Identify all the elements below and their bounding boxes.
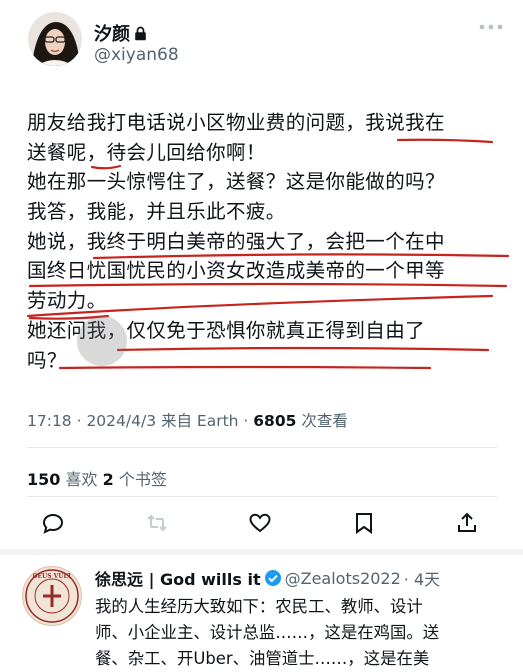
tweet-actions xyxy=(40,510,480,536)
avatar-text: DEUS VULT xyxy=(32,573,72,580)
tweet-line: 劳动力。 xyxy=(27,289,107,313)
author-avatar[interactable] xyxy=(28,12,82,66)
likes-label[interactable]: 喜欢 xyxy=(60,470,102,489)
reply-header: 徐思远 | God wills it @Zealots2022 · 4天 xyxy=(95,566,440,590)
tweet-timestamp[interactable]: 17:18 · 2024/4/3 来自 Earth · xyxy=(27,412,253,430)
retweet-icon xyxy=(146,514,167,532)
divider xyxy=(27,447,497,448)
share-icon xyxy=(458,512,476,532)
like-button[interactable] xyxy=(247,510,273,536)
tweet-line: 国终日忧国忧民的小资女改造成美帝的一个甲等 xyxy=(27,259,445,283)
touch-indicator xyxy=(77,316,127,366)
view-label: 次查看 xyxy=(296,412,348,430)
reply-button[interactable] xyxy=(40,510,66,536)
tweet-line: 她在那一头惊愕住了，送餐？这是你能做的吗？ xyxy=(27,170,445,194)
bookmarks-label[interactable]: 个书签 xyxy=(114,470,167,489)
bookmarks-count[interactable]: 2 xyxy=(103,470,114,489)
author-handle[interactable]: @xiyan68 xyxy=(94,45,179,65)
tweet-line: 朋友给我打电话说小区物业费的问题，我说我在 xyxy=(27,111,445,134)
reply-line: 师、小企业主、设计总监……，这是在鸡国。送 xyxy=(95,623,440,642)
author-display-name[interactable]: 汐颜 xyxy=(94,20,130,46)
section-separator xyxy=(0,549,523,555)
lock-icon xyxy=(135,26,146,40)
reply-time: · 4天 xyxy=(403,570,441,589)
likes-count[interactable]: 150 xyxy=(27,470,60,489)
reply-display-name[interactable]: 徐思远 | God wills it xyxy=(95,566,261,590)
reply-avatar[interactable]: DEUS VULT xyxy=(22,566,82,626)
bookmark-icon xyxy=(355,513,372,534)
like-icon xyxy=(249,513,271,533)
tweet-meta: 17:18 · 2024/4/3 来自 Earth · 6805 次查看 xyxy=(27,409,348,431)
author-name-row: 汐颜 xyxy=(94,20,147,46)
share-button[interactable] xyxy=(454,510,480,536)
tweet-line: 送餐呢，待会儿回给你啊！ xyxy=(27,140,266,164)
more-horizontal-icon[interactable] xyxy=(478,22,504,32)
tweet-line: 我答，我能，并且乐此不疲。 xyxy=(27,200,286,224)
view-count: 6805 xyxy=(253,412,297,430)
tweet-stats: 150 喜欢 2 个书签 xyxy=(27,466,167,490)
reply-handle[interactable]: @Zealots2022 xyxy=(285,569,401,588)
bookmark-button[interactable] xyxy=(351,510,377,536)
retweet-button[interactable] xyxy=(144,510,170,536)
reply-text: 我的人生经历大致如下：农民工、教师、设计 师、小企业主、设计总监……，这是在鸡国… xyxy=(95,594,505,672)
reply-line: 餐、杂工、开Uber、油管道士……，这是在美 xyxy=(95,649,430,668)
verified-badge-icon xyxy=(264,570,281,586)
reply-line: 我的人生经历大致如下：农民工、教师、设计 xyxy=(95,597,423,616)
reply-icon xyxy=(42,513,64,534)
divider xyxy=(27,496,497,497)
tweet-line: 她说，我终于明白美帝的强大了，会把一个在中 xyxy=(27,229,445,253)
